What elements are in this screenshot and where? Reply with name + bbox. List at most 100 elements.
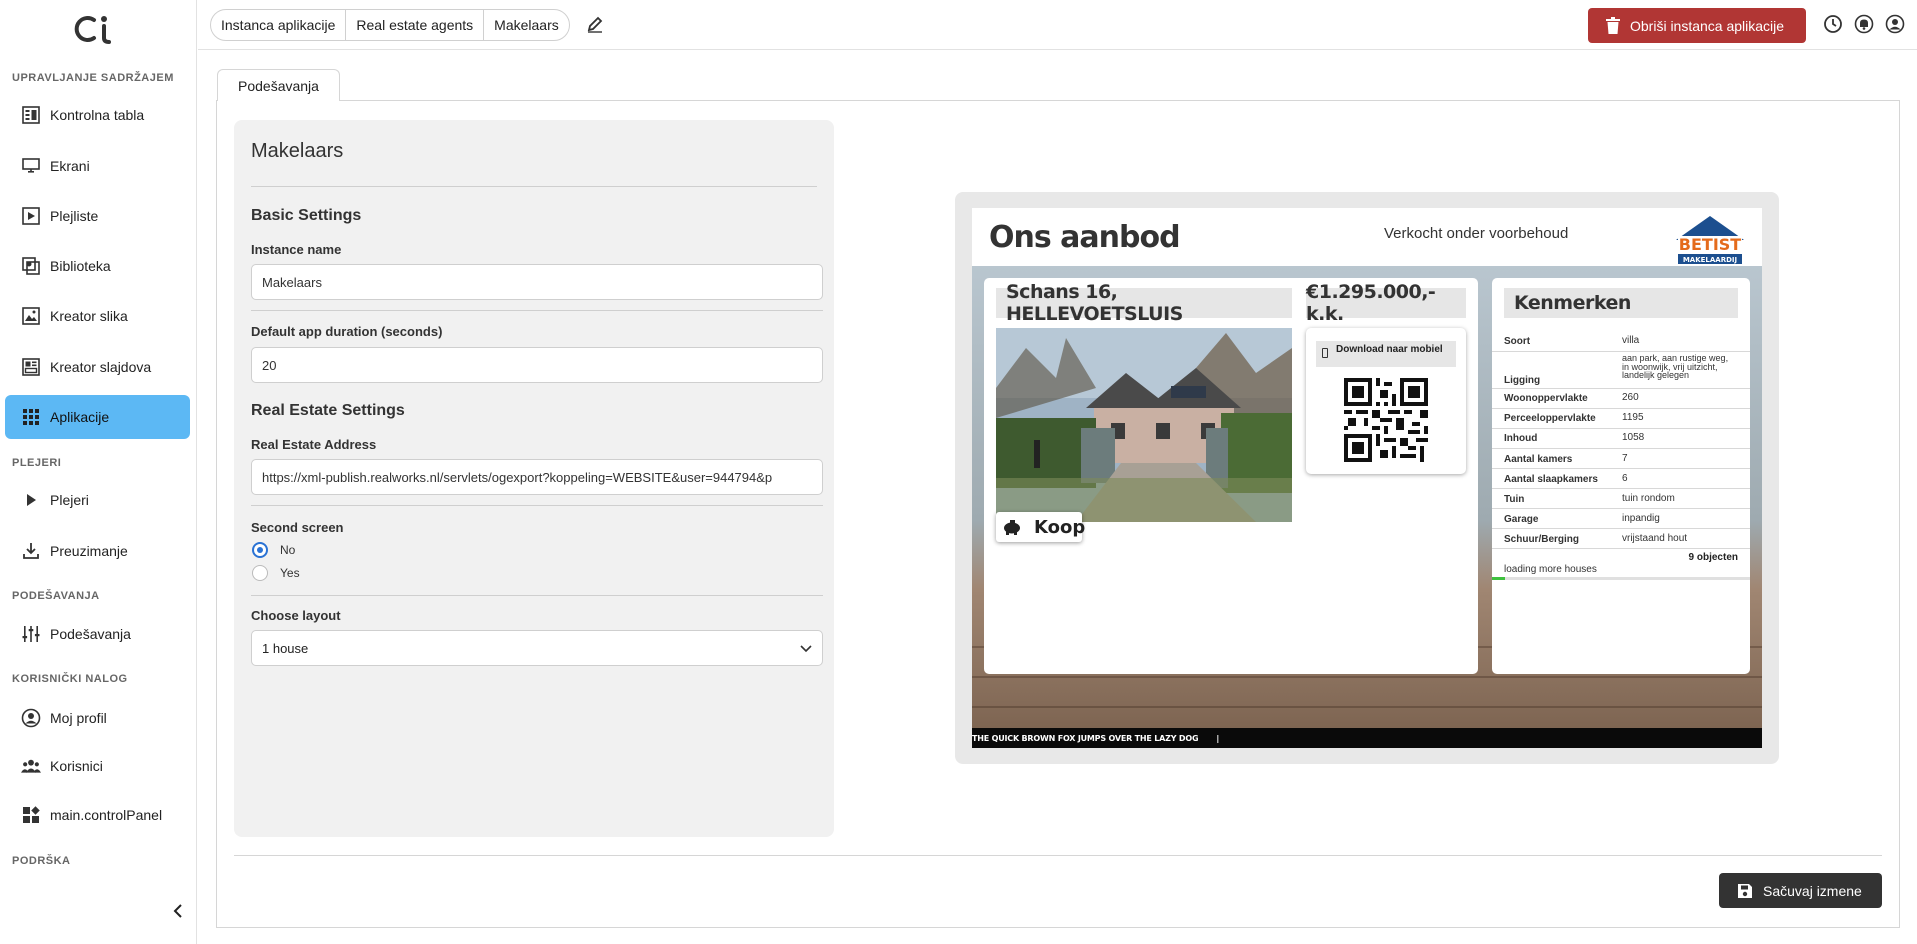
second-screen-option-no[interactable]: No [252, 542, 295, 558]
sidebar-item-kontrolna-tabla[interactable]: Kontrolna tabla [5, 93, 190, 137]
qr-label-text: Download naar mobiel [1336, 344, 1443, 355]
profile-icon [21, 708, 41, 728]
sidebar-item-label: Plejeri [50, 492, 89, 508]
feature-key: Aantal slaapkamers [1504, 474, 1598, 485]
section-title-support: PODRŠKA [12, 855, 71, 867]
dashboard-icon [21, 105, 41, 125]
second-screen-label: Second screen [251, 520, 344, 535]
qr-code [1344, 378, 1428, 462]
sidebar-item-label: main.controlPanel [50, 807, 163, 823]
footer-divider [234, 855, 1882, 856]
feature-row: Aantal slaapkamers 6 [1492, 469, 1750, 489]
layout-label: Choose layout [251, 608, 341, 623]
second-screen-option-yes[interactable]: Yes [252, 565, 300, 581]
ticker-text: THE QUICK BROWN FOX JUMPS OVER THE LAZY … [972, 733, 1199, 743]
sidebar-item-aplikacije[interactable]: Aplikacije [5, 395, 190, 439]
duration-input[interactable]: 20 [251, 347, 823, 383]
sidebar-item-label: Kreator slajdova [50, 359, 152, 375]
sidebar-item-label: Ekrani [50, 158, 90, 174]
section-title-content: UPRAVLJANJE SADRŽAJEM [12, 72, 174, 84]
property-card: Schans 16, HELLEVOETSLUIS €1.295.000,- k… [984, 278, 1478, 674]
history-button[interactable] [1822, 14, 1844, 36]
feature-key: Perceeloppervlakte [1504, 413, 1596, 424]
sidebar-item-plejeri[interactable]: Plejeri [5, 478, 190, 522]
library-icon [21, 256, 41, 276]
preview-subtitle: Verkocht onder voorbehoud [1384, 225, 1569, 242]
breadcrumb-item[interactable]: Real estate agents [346, 10, 485, 40]
piggy-bank-icon [1002, 519, 1022, 535]
download-icon [21, 541, 41, 561]
feature-value: inpandig [1622, 513, 1660, 524]
sidebar-item-label: Aplikacije [50, 409, 110, 425]
logo-subtext: MAKELAARDIJ [1683, 256, 1737, 264]
feature-row: Woonoppervlakte 260 [1492, 389, 1750, 409]
layout-select-value: 1 house [262, 640, 309, 656]
betist-logo: BETIST MAKELAARDIJ [1676, 216, 1744, 264]
sidebar-item-korisnici[interactable]: Korisnici [5, 744, 190, 788]
floppy-disk-icon [1737, 883, 1753, 899]
radio-checked[interactable] [252, 542, 268, 558]
property-address: Schans 16, HELLEVOETSLUIS [996, 281, 1292, 325]
section-title-account: KORISNIČKI NALOG [12, 673, 128, 685]
sidebar-item-kreator-slajdova[interactable]: Kreator slajdova [5, 345, 190, 389]
bell-icon [1854, 14, 1874, 37]
radio-unchecked[interactable] [252, 565, 268, 581]
divider [251, 310, 823, 311]
edit-name-button[interactable] [584, 14, 606, 36]
loading-progress-bar [1492, 577, 1750, 580]
news-ticker: THE QUICK BROWN FOX JUMPS OVER THE LAZY … [972, 728, 1762, 748]
sidebar-item-label: Preuzimanje [50, 543, 128, 559]
sidebar-item-label: Plejliste [50, 208, 99, 224]
sidebar: UPRAVLJANJE SADRŽAJEM Kontrolna tabla Ek… [0, 0, 197, 944]
sidebar-item-moj-profil[interactable]: Moj profil [5, 696, 190, 740]
sidebar-item-preuzimanje[interactable]: Preuzimanje [5, 529, 190, 573]
sliders-icon [21, 624, 41, 644]
feature-row: Garage inpandig [1492, 509, 1750, 529]
preview-title: Ons aanbod [989, 220, 1181, 255]
feature-value: 260 [1622, 392, 1639, 403]
feature-key: Garage [1504, 514, 1539, 525]
monitor-icon [21, 156, 41, 176]
breadcrumb-item[interactable]: Makelaars [484, 10, 569, 40]
features-card: Kenmerken Soort villa Ligging aan park, … [1492, 278, 1750, 674]
notifications-button[interactable] [1853, 14, 1875, 36]
delete-instance-label: Obriši instanca aplikacije [1630, 17, 1785, 34]
sidebar-item-kreator-slika[interactable]: Kreator slika [5, 294, 190, 338]
pencil-icon [586, 15, 604, 36]
delete-instance-button[interactable]: Obriši instanca aplikacije [1588, 8, 1806, 43]
feature-row: Soort villa [1492, 332, 1750, 352]
divider [251, 186, 817, 187]
features-title: Kenmerken [1504, 288, 1738, 318]
sidebar-item-podesavanja[interactable]: Podešavanja [5, 612, 190, 656]
logo-text: BETIST [1679, 235, 1742, 254]
instance-name-label: Instance name [251, 242, 342, 257]
instance-name-input[interactable]: Makelaars [251, 264, 823, 300]
radio-label: Yes [280, 566, 300, 580]
breadcrumb-item[interactable]: Instanca aplikacije [211, 10, 347, 40]
playlist-icon [21, 206, 41, 226]
feature-key: Soort [1504, 336, 1531, 347]
feature-row: Perceeloppervlakte 1195 [1492, 409, 1750, 429]
sidebar-item-main-control-panel[interactable]: main.controlPanel [5, 793, 190, 837]
feature-row: Inhoud 1058 [1492, 429, 1750, 449]
sidebar-item-ekrani[interactable]: Ekrani [5, 144, 190, 188]
sidebar-item-label: Podešavanja [50, 626, 131, 642]
layout-select[interactable]: 1 house [251, 630, 823, 666]
mobile-phone-icon [1322, 348, 1328, 358]
real-estate-address-input[interactable]: https://xml-publish.realworks.nl/servlet… [251, 459, 823, 495]
app-logo[interactable] [72, 14, 120, 44]
loading-progress-fill [1492, 577, 1505, 580]
sidebar-item-plejliste[interactable]: Plejliste [5, 194, 190, 238]
tab-podesavanja[interactable]: Podešavanja [217, 69, 340, 101]
account-button[interactable] [1884, 14, 1906, 36]
qr-card: Download naar mobiel [1306, 328, 1466, 474]
app-preview: Ons aanbod Verkocht onder voorbehoud BET… [972, 208, 1762, 748]
address-label: Real Estate Address [251, 437, 377, 452]
feature-key: Woonoppervlakte [1504, 393, 1588, 404]
feature-value: 1058 [1622, 432, 1645, 443]
sidebar-item-biblioteka[interactable]: Biblioteka [5, 244, 190, 288]
real-estate-settings-heading: Real Estate Settings [251, 402, 405, 419]
sidebar-collapse-button[interactable] [168, 900, 188, 924]
sidebar-item-label: Biblioteka [50, 258, 111, 274]
save-changes-button[interactable]: Sačuvaj izmene [1719, 873, 1882, 908]
